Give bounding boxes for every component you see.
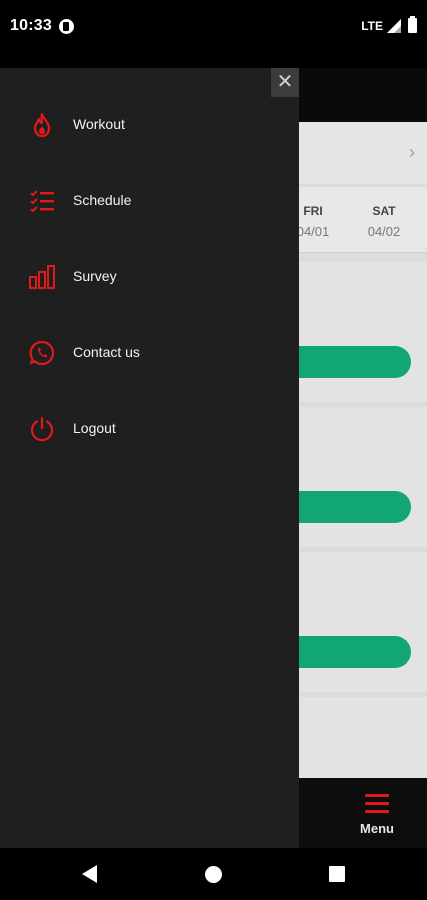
close-drawer-button[interactable]: ✕ — [271, 68, 299, 97]
drawer-item-label: Schedule — [73, 192, 132, 208]
battery-icon — [408, 16, 417, 33]
bar-chart-icon — [29, 265, 55, 289]
navigation-drawer: Workout Schedule Survey Contact us Logou… — [0, 68, 299, 848]
next-week-button[interactable]: › — [409, 142, 415, 163]
back-icon[interactable] — [82, 865, 97, 883]
flame-icon — [33, 112, 51, 138]
status-bar: 10:33 LTE — [0, 0, 427, 56]
day-name: SAT — [372, 204, 396, 218]
drawer-item-survey[interactable]: Survey — [0, 247, 299, 307]
drawer-item-logout[interactable]: Logout — [0, 399, 299, 459]
day-date: 04/02 — [367, 224, 401, 239]
menu-label: Menu — [360, 821, 394, 836]
day-cell-sat[interactable]: SAT 04/02 — [349, 187, 419, 239]
hamburger-icon — [365, 794, 389, 814]
signal-icon — [387, 18, 401, 33]
whatsapp-icon — [29, 340, 55, 366]
recents-icon[interactable] — [329, 866, 345, 882]
checklist-icon — [30, 190, 54, 213]
drawer-item-workout[interactable]: Workout — [0, 95, 299, 155]
drawer-item-label: Logout — [73, 420, 116, 436]
drawer-item-label: Contact us — [73, 344, 140, 360]
drawer-item-label: Survey — [73, 268, 117, 284]
drawer-item-contact-us[interactable]: Contact us — [0, 323, 299, 383]
home-icon[interactable] — [205, 866, 222, 883]
menu-tab[interactable]: Menu — [355, 794, 399, 836]
network-type: LTE — [361, 18, 383, 33]
app-notification-icon — [59, 19, 74, 34]
system-navigation-bar — [0, 848, 427, 900]
power-icon — [30, 416, 54, 442]
status-indicators: LTE — [361, 16, 417, 33]
status-time: 10:33 — [10, 17, 52, 34]
drawer-item-schedule[interactable]: Schedule — [0, 171, 299, 231]
drawer-item-label: Workout — [73, 116, 125, 132]
